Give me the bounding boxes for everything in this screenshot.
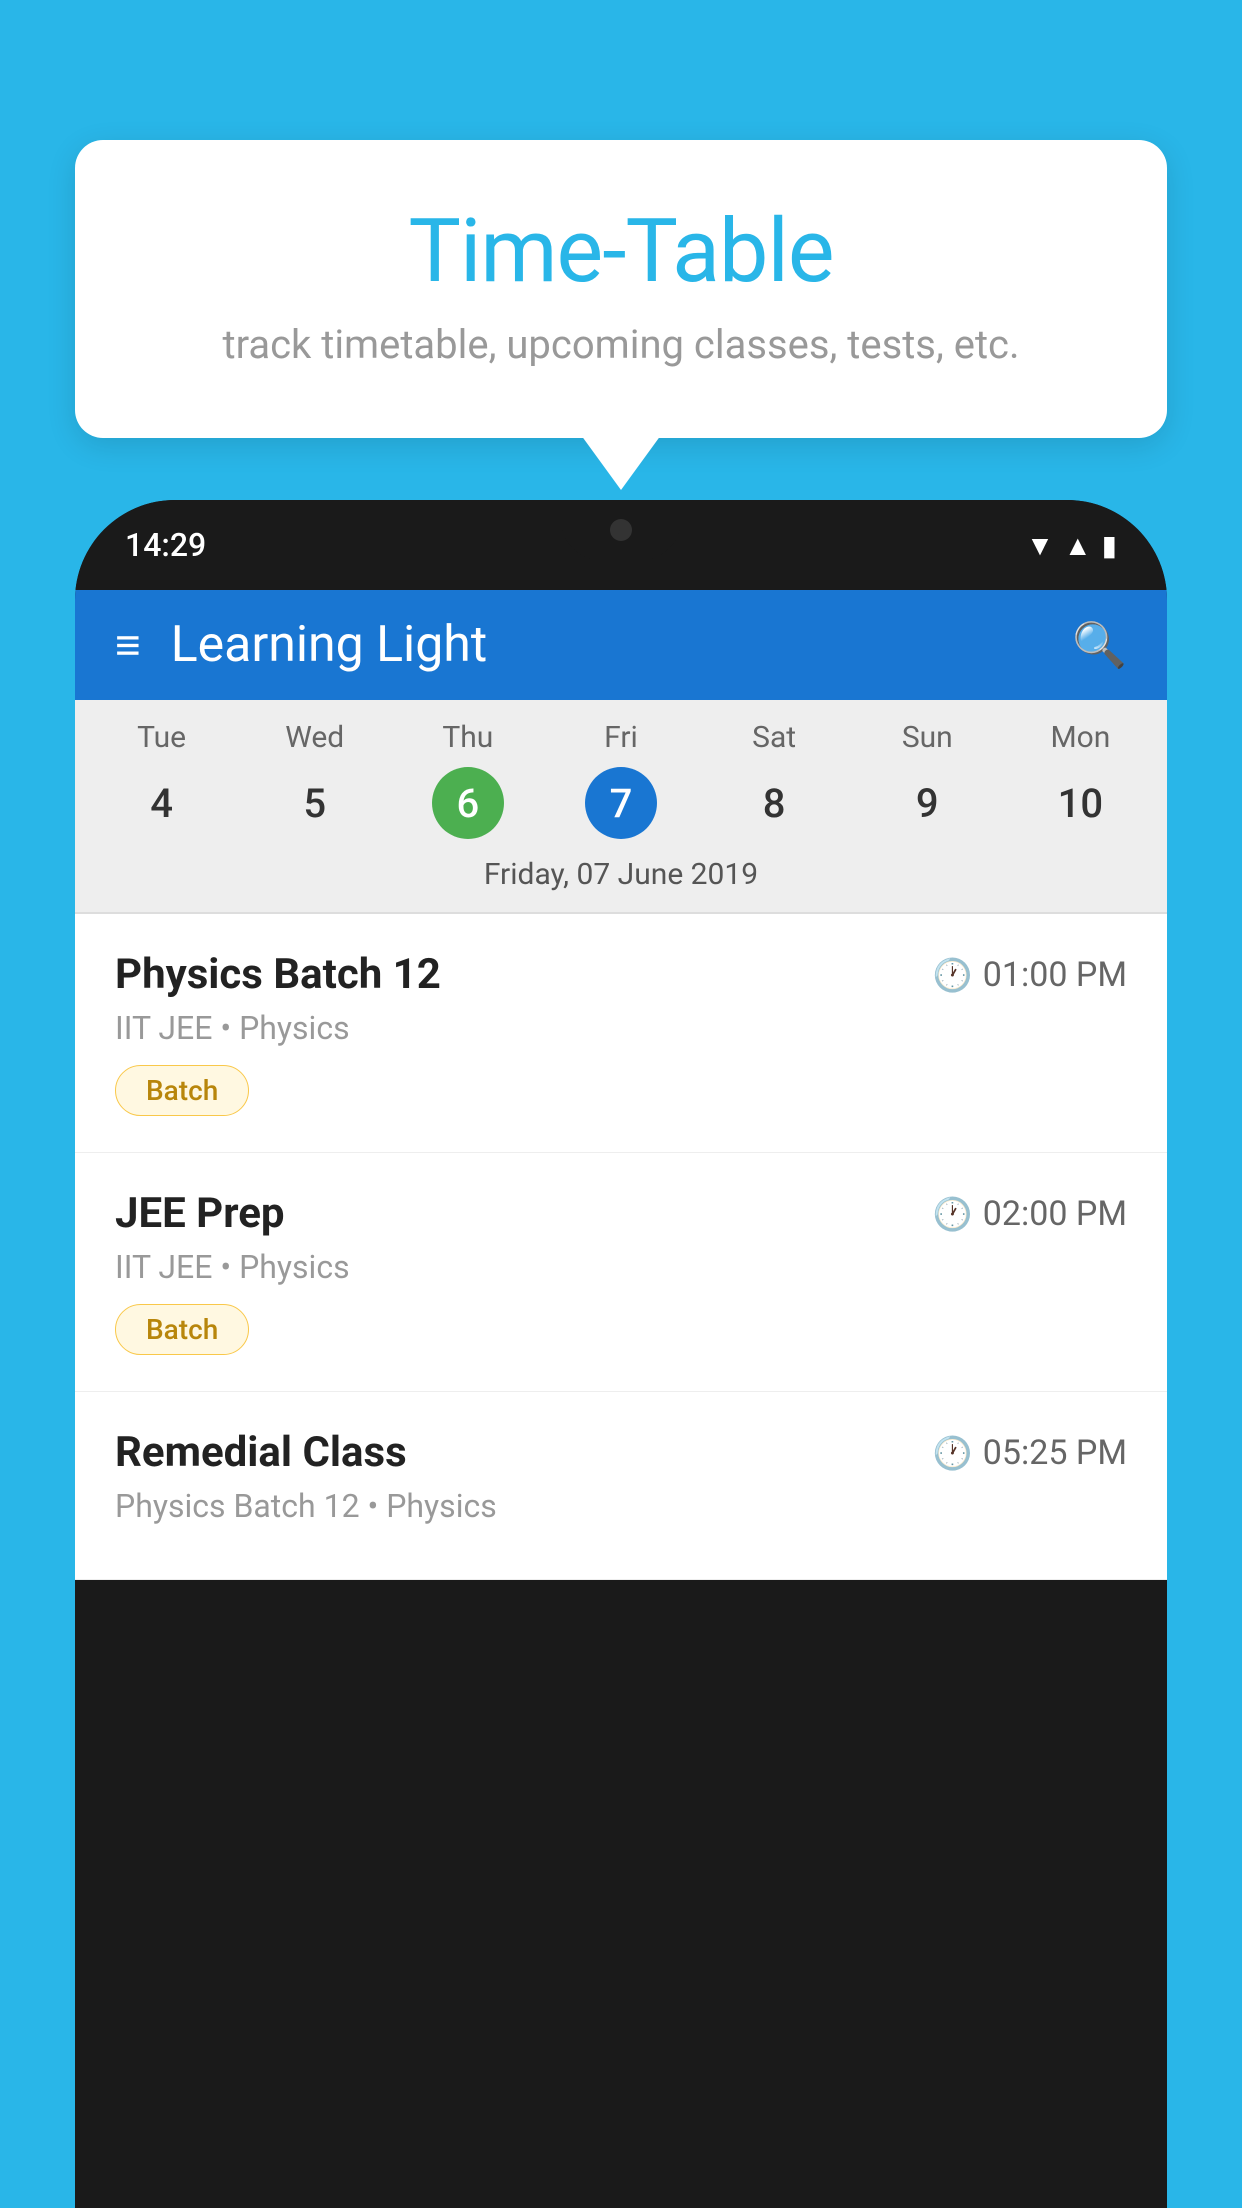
day-name: Wed xyxy=(285,720,344,755)
clock-icon: 🕐 xyxy=(933,956,973,994)
day-number[interactable]: 5 xyxy=(279,767,351,839)
batch-tag: Batch xyxy=(115,1304,249,1355)
tooltip-card: Time-Table track timetable, upcoming cla… xyxy=(75,140,1167,438)
tooltip-subtitle: track timetable, upcoming classes, tests… xyxy=(135,321,1107,368)
day-col[interactable]: Mon 10 xyxy=(1004,720,1157,839)
day-col[interactable]: Sun 9 xyxy=(851,720,1004,839)
class-meta: IIT JEE • Physics xyxy=(115,1248,1127,1286)
class-name: Remedial Class xyxy=(115,1428,407,1477)
camera-dot xyxy=(610,519,632,541)
day-name: Thu xyxy=(442,720,493,755)
day-name: Sun xyxy=(902,720,953,755)
tooltip-title: Time-Table xyxy=(135,200,1107,303)
app-title: Learning Light xyxy=(171,616,1073,674)
status-bar: 14:29 ▼ ▲ ▮ xyxy=(75,500,1167,590)
selected-date-label: Friday, 07 June 2019 xyxy=(75,839,1167,912)
class-time: 🕐 01:00 PM xyxy=(933,955,1127,995)
class-time: 🕐 02:00 PM xyxy=(933,1194,1127,1234)
status-icons: ▼ ▲ ▮ xyxy=(1026,529,1117,562)
signal-icon: ▲ xyxy=(1064,529,1092,562)
day-number[interactable]: 10 xyxy=(1044,767,1116,839)
class-item-top: Physics Batch 12 🕐 01:00 PM xyxy=(115,950,1127,999)
class-item[interactable]: Physics Batch 12 🕐 01:00 PM IIT JEE • Phys… xyxy=(75,914,1167,1153)
day-number[interactable]: 7 xyxy=(585,767,657,839)
clock-icon: 🕐 xyxy=(933,1434,973,1472)
day-name: Tue xyxy=(137,720,186,755)
battery-icon: ▮ xyxy=(1102,529,1117,562)
day-col[interactable]: Thu 6 xyxy=(391,720,544,839)
class-meta: Physics Batch 12 • Physics xyxy=(115,1487,1127,1525)
class-item[interactable]: JEE Prep 🕐 02:00 PM IIT JEE • Physics Batch xyxy=(75,1153,1167,1392)
day-col[interactable]: Wed 5 xyxy=(238,720,391,839)
class-list: Physics Batch 12 🕐 01:00 PM IIT JEE • Phys… xyxy=(75,914,1167,1580)
day-col[interactable]: Sat 8 xyxy=(698,720,851,839)
day-number[interactable]: 9 xyxy=(891,767,963,839)
phone-shell: 14:29 ▼ ▲ ▮ ≡ Learning Light 🔍 Tue4Wed5T… xyxy=(75,500,1167,2208)
day-number[interactable]: 8 xyxy=(738,767,810,839)
notch xyxy=(561,500,681,560)
class-item-top: JEE Prep 🕐 02:00 PM xyxy=(115,1189,1127,1238)
class-name: Physics Batch 12 xyxy=(115,950,441,999)
day-number[interactable]: 6 xyxy=(432,767,504,839)
search-icon[interactable]: 🔍 xyxy=(1072,619,1127,671)
day-name: Sat xyxy=(752,720,796,755)
clock-icon: 🕐 xyxy=(933,1195,973,1233)
class-time: 🕐 05:25 PM xyxy=(933,1433,1127,1473)
class-name: JEE Prep xyxy=(115,1189,285,1238)
batch-tag: Batch xyxy=(115,1065,249,1116)
day-number[interactable]: 4 xyxy=(126,767,198,839)
class-meta: IIT JEE • Physics xyxy=(115,1009,1127,1047)
day-name: Mon xyxy=(1050,720,1110,755)
days-row: Tue 4 Wed 5 Thu 6 Fri 7 Sat 8 Sun 9 Mon 10 xyxy=(75,700,1167,839)
day-col[interactable]: Tue 4 xyxy=(85,720,238,839)
calendar-section: Tue 4 Wed 5 Thu 6 Fri 7 Sat 8 Sun 9 Mon 10 Friday, 07… xyxy=(75,700,1167,912)
hamburger-icon[interactable]: ≡ xyxy=(115,619,141,671)
app-header: ≡ Learning Light 🔍 xyxy=(75,590,1167,700)
class-item[interactable]: Remedial Class 🕐 05:25 PM Physics Batch 12… xyxy=(75,1392,1167,1580)
day-col[interactable]: Fri 7 xyxy=(544,720,697,839)
class-item-top: Remedial Class 🕐 05:25 PM xyxy=(115,1428,1127,1477)
day-name: Fri xyxy=(604,720,638,755)
wifi-icon: ▼ xyxy=(1026,529,1054,562)
status-time: 14:29 xyxy=(125,526,206,564)
